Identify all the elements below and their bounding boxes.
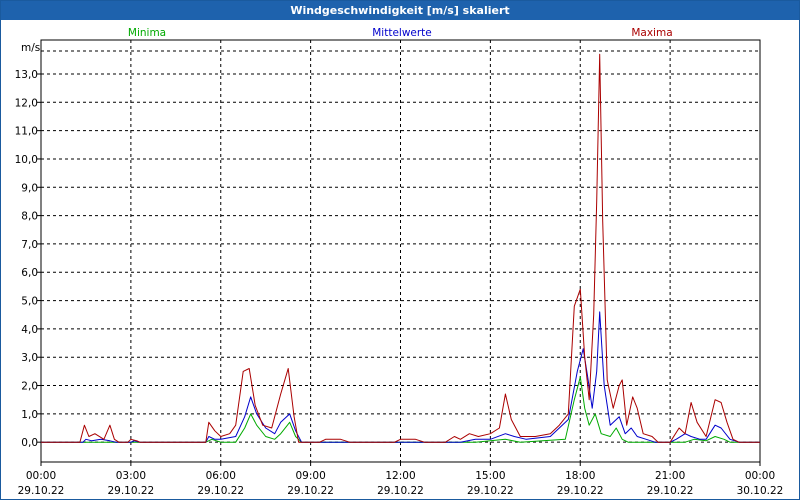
y-tick-label: 8,0: [21, 211, 38, 223]
y-tick-label: 12,0: [15, 97, 38, 109]
x-tick-date: 29.10.22: [18, 485, 65, 497]
y-tick-label: 4,0: [21, 324, 38, 336]
x-tick-time: 21:00: [655, 470, 685, 482]
y-tick-label: 9,0: [21, 182, 38, 194]
y-tick-label: 5,0: [21, 296, 38, 308]
legend: Minima Mittelwerte Maxima: [128, 27, 673, 39]
y-tick-label: 13,0: [15, 69, 38, 81]
x-axis: 00:00 29.10.22 03:00 29.10.22 06:00 29.10.22 0…: [18, 462, 784, 497]
x-tick-time: 12:00: [385, 470, 415, 482]
chart-window: Windgeschwindigkeit [m/s] skaliert 0,0 1,…: [0, 0, 800, 500]
y-tick-label: 1,0: [21, 409, 38, 421]
x-tick-time: 00:00: [26, 470, 56, 482]
x-tick-date: 29.10.22: [647, 485, 694, 497]
x-tick-time: 00:00: [745, 470, 775, 482]
x-tick-time: 18:00: [565, 470, 595, 482]
x-tick-date: 29.10.22: [197, 485, 244, 497]
y-tick-label: 10,0: [15, 154, 38, 166]
chart-canvas: 0,0 1,0 2,0 3,0 4,0 5,0 6,0 7,0 8,0 9,0 10,0 11,0 12…: [15, 27, 784, 497]
x-tick-date: 29.10.22: [467, 485, 514, 497]
x-tick-date: 29.10.22: [557, 485, 604, 497]
x-tick-date: 30.10.22: [737, 485, 784, 497]
x-tick-date: 29.10.22: [287, 485, 334, 497]
y-tick-label: 3,0: [21, 352, 38, 364]
legend-minima: Minima: [128, 27, 166, 39]
x-tick-time: 03:00: [116, 470, 146, 482]
y-axis-label: m/s: [21, 42, 40, 54]
x-tick-date: 29.10.22: [107, 485, 154, 497]
y-tick-label: 7,0: [21, 239, 38, 251]
y-tick-label: 2,0: [21, 381, 38, 393]
x-tick-time: 06:00: [206, 470, 236, 482]
y-tick-label: 11,0: [15, 126, 38, 138]
y-tick-label: 6,0: [21, 267, 38, 279]
x-tick-time: 15:00: [475, 470, 505, 482]
y-tick-label: 0,0: [21, 437, 38, 449]
x-tick-time: 09:00: [295, 470, 325, 482]
legend-mittelwerte: Mittelwerte: [372, 27, 432, 39]
y-axis: 0,0 1,0 2,0 3,0 4,0 5,0 6,0 7,0 8,0 9,0 10,0 11,0 12…: [15, 69, 41, 449]
x-tick-date: 29.10.22: [377, 485, 424, 497]
legend-maxima: Maxima: [631, 27, 672, 39]
